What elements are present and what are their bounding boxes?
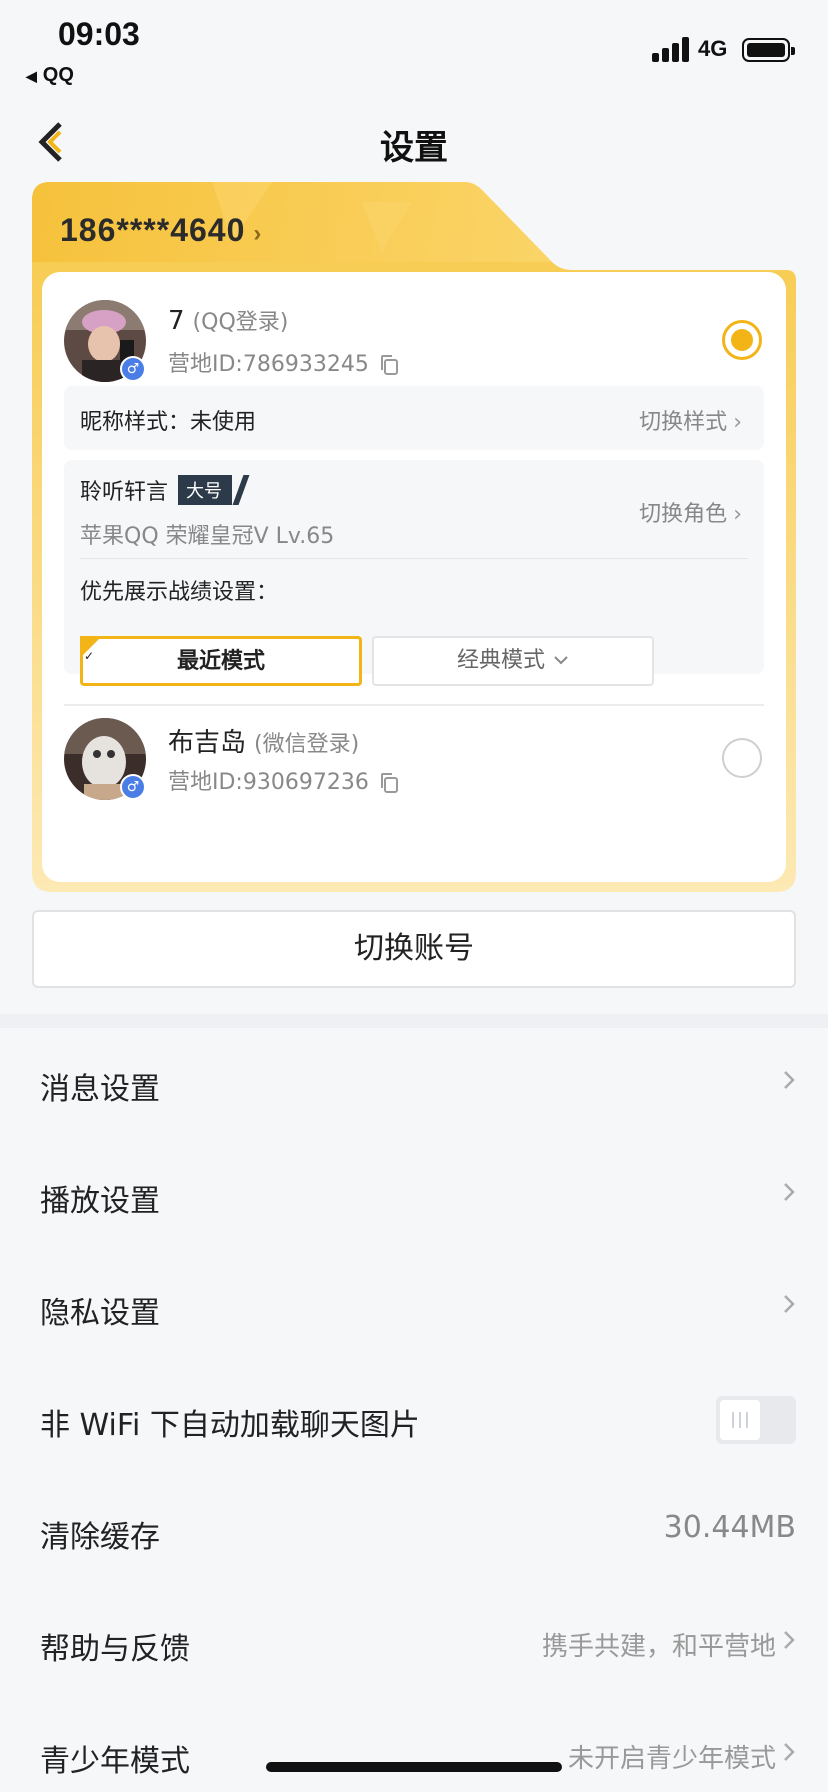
page-title: 设置 bbox=[380, 128, 448, 168]
menu-item-label: 帮助与反馈 bbox=[40, 1632, 190, 1667]
account-nickname: 7 bbox=[168, 306, 185, 336]
menu-item-privacy-settings[interactable]: 隐私设置 bbox=[0, 1252, 828, 1364]
account-row-qq[interactable]: ♂ 7 (QQ登录) 营地ID:786933245 bbox=[64, 300, 764, 390]
teen-mode-status: 未开启青少年模式 bbox=[567, 1744, 776, 1774]
chevron-right-icon bbox=[784, 1183, 795, 1201]
menu-item-clear-cache[interactable]: 清除缓存 30.44MB bbox=[0, 1476, 828, 1588]
login-method: (微信登录) bbox=[254, 732, 360, 757]
role-box: 聆听轩言 大号 苹果QQ 荣耀皇冠Ⅴ Lv.65 切换角色 › 优先展示战绩设置： … bbox=[64, 460, 764, 686]
phone-number: 186****4640 bbox=[60, 212, 246, 248]
mode-classic-label: 经典模式 bbox=[456, 648, 545, 673]
menu-item-message-settings[interactable]: 消息设置 bbox=[0, 1028, 828, 1140]
back-triangle-icon: ◀ bbox=[26, 68, 37, 84]
chevron-right-icon: › bbox=[253, 220, 263, 247]
back-app-label: QQ bbox=[42, 64, 74, 86]
chevron-right-icon bbox=[784, 1631, 795, 1649]
menu-item-label: 非 WiFi 下自动加载聊天图片 bbox=[40, 1408, 420, 1443]
account-nickname: 布吉岛 bbox=[168, 728, 247, 758]
camp-id: 营地ID:786933245 bbox=[168, 346, 399, 378]
divider bbox=[64, 704, 764, 706]
account-name: 布吉岛 (微信登录) bbox=[168, 722, 359, 759]
account-card: 186****4640 › ♂ 7 (QQ登录) 营地ID:786933245 昵称… bbox=[32, 182, 796, 892]
status-time: 09:03 bbox=[58, 16, 140, 52]
mode-recent-button[interactable]: ✓ 最近模式 bbox=[80, 636, 362, 686]
menu-item-auto-load-images: 非 WiFi 下自动加载聊天图片 bbox=[0, 1364, 828, 1476]
menu-item-playback-settings[interactable]: 播放设置 bbox=[0, 1140, 828, 1252]
accounts-panel: ♂ 7 (QQ登录) 营地ID:786933245 昵称样式：未使用 切换样式 › … bbox=[42, 272, 786, 882]
check-icon: ✓ bbox=[84, 649, 95, 663]
cache-size: 30.44MB bbox=[663, 1510, 796, 1545]
menu-item-label: 播放设置 bbox=[40, 1184, 160, 1219]
nav-bar: 设置 bbox=[0, 104, 828, 180]
phone-number-link[interactable]: 186****4640 › bbox=[60, 212, 262, 249]
menu-item-label: 清除缓存 bbox=[40, 1520, 160, 1555]
account-row-wechat[interactable]: ♂ 布吉岛 (微信登录) 营地ID:930697236 bbox=[64, 718, 764, 808]
menu-item-label: 消息设置 bbox=[40, 1072, 160, 1107]
login-method: (QQ登录) bbox=[192, 310, 289, 335]
menu-item-help-feedback[interactable]: 帮助与反馈 携手共建，和平营地 bbox=[0, 1588, 828, 1700]
mode-classic-dropdown[interactable]: 经典模式 bbox=[372, 636, 654, 686]
copy-icon[interactable] bbox=[379, 772, 399, 794]
nickname-style-label: 昵称样式： bbox=[80, 410, 191, 435]
menu-item-label: 青少年模式 bbox=[40, 1744, 190, 1779]
menu-item-label: 隐私设置 bbox=[40, 1296, 160, 1331]
camp-id-text: 营地ID:930697236 bbox=[168, 770, 369, 795]
account-radio-unselected[interactable] bbox=[722, 738, 762, 778]
account-name: 7 (QQ登录) bbox=[168, 304, 288, 336]
record-setting-label: 优先展示战绩设置： bbox=[80, 580, 279, 605]
role-name: 聆听轩言 bbox=[80, 480, 169, 505]
switch-account-button[interactable]: 切换账号 bbox=[32, 910, 796, 988]
help-feedback-hint: 携手共建，和平营地 bbox=[541, 1632, 776, 1662]
signal-icon bbox=[652, 36, 692, 62]
chevron-right-icon: › bbox=[733, 502, 742, 527]
chevron-down-icon bbox=[554, 656, 568, 665]
camp-id-text: 营地ID:786933245 bbox=[168, 352, 369, 377]
auto-load-images-toggle[interactable] bbox=[716, 1396, 796, 1444]
settings-menu: 消息设置 播放设置 隐私设置 非 WiFi 下自动加载聊天图片 清除缓存 30.… bbox=[0, 1028, 828, 1792]
switch-role-link[interactable]: 切换角色 bbox=[639, 502, 727, 527]
camp-id: 营地ID:930697236 bbox=[168, 764, 399, 796]
divider bbox=[80, 558, 748, 559]
chevron-right-icon bbox=[784, 1295, 795, 1313]
network-type: 4G bbox=[698, 36, 728, 61]
battery-icon bbox=[742, 38, 795, 62]
role-detail: 苹果QQ 荣耀皇冠Ⅴ Lv.65 bbox=[80, 524, 335, 549]
male-badge-icon: ♂ bbox=[120, 356, 146, 382]
account-radio-selected[interactable] bbox=[722, 320, 762, 360]
switch-style-link[interactable]: 切换样式 bbox=[639, 410, 727, 435]
male-badge-icon: ♂ bbox=[120, 774, 146, 800]
mode-recent-label: 最近模式 bbox=[176, 649, 265, 674]
back-to-app-link[interactable]: ◀ QQ bbox=[26, 64, 74, 87]
nickname-style-value: 未使用 bbox=[190, 410, 257, 435]
nickname-style-row[interactable]: 昵称样式：未使用 切换样式 › bbox=[64, 386, 764, 450]
home-indicator[interactable] bbox=[266, 1762, 562, 1772]
chevron-right-icon bbox=[784, 1743, 795, 1761]
section-separator bbox=[0, 1014, 828, 1028]
status-bar: 09:03 ◀ QQ 4G bbox=[0, 0, 828, 96]
chevron-right-icon: › bbox=[733, 410, 742, 435]
main-account-tag: 大号 bbox=[178, 475, 233, 505]
copy-icon[interactable] bbox=[379, 354, 399, 376]
chevron-right-icon bbox=[784, 1071, 795, 1089]
menu-item-teen-mode[interactable]: 青少年模式 未开启青少年模式 bbox=[0, 1700, 828, 1792]
